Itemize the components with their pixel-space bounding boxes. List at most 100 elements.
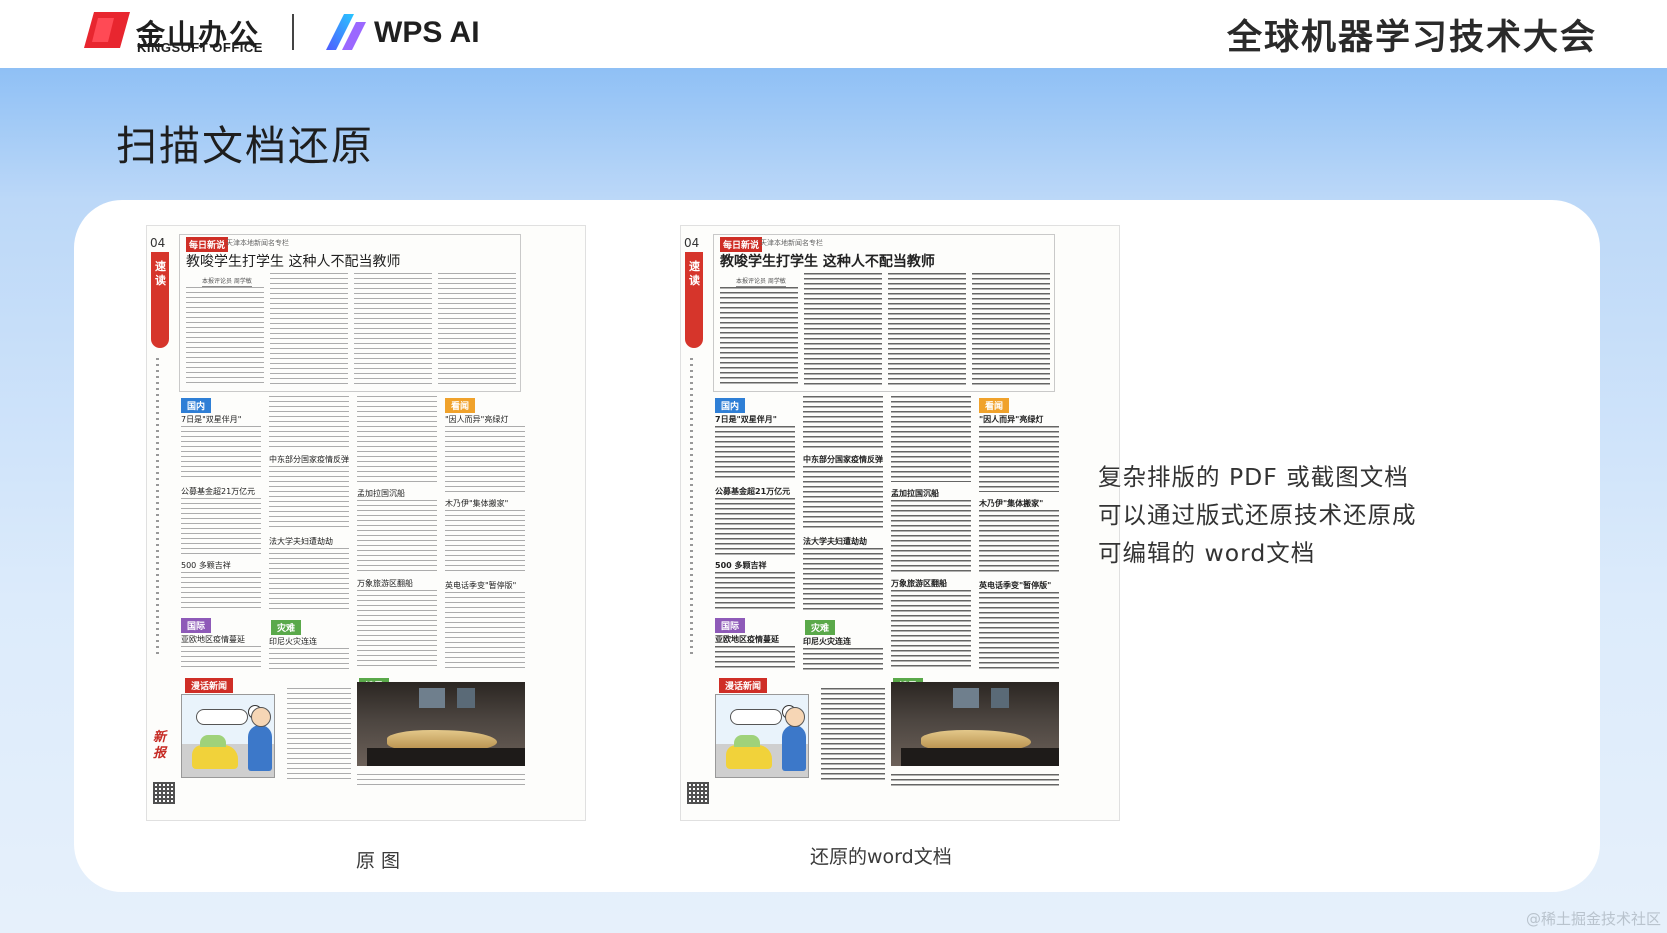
side-text (156, 358, 159, 658)
brief-text (357, 590, 437, 670)
section-tag-domestic: 国内 (181, 398, 212, 413)
content-card: 04 速读 新报 每日新说 天津本地新闻名专栏 教唆学生打学生 这种人不配当教师… (74, 200, 1600, 892)
column-subtitle: 天津本地新闻名专栏 (760, 239, 823, 247)
brief-text (979, 426, 1059, 492)
byline: 本报评论员 周学敏 (736, 278, 786, 287)
issue-number: 04 (684, 236, 700, 250)
brief-text (357, 500, 437, 572)
brief-text (803, 396, 883, 448)
car-icon (726, 735, 772, 769)
section-tag-comic: 漫话新闻 (185, 678, 234, 693)
wps-ai-logo: WPS AI (326, 12, 486, 52)
brief-headline: 中东部分国家疫情反弹 (803, 455, 883, 464)
brief-text (715, 572, 795, 610)
column-subtitle: 天津本地新闻名专栏 (226, 239, 289, 247)
brief-headline: 木乃伊"集体搬家" (979, 499, 1044, 508)
brief-headline: 中东部分国家疫情反弹 (269, 455, 349, 464)
conference-title: 全球机器学习技术大会 (1226, 18, 1597, 58)
brief-headline: 公募基金超21万亿元 (715, 487, 791, 496)
section-tag-watch: 看闻 (979, 398, 1010, 413)
brief-text (979, 592, 1059, 670)
article-text-column (888, 273, 966, 387)
qr-code-icon (153, 782, 175, 804)
logo-divider (292, 14, 294, 50)
brief-headline: 亚欧地区疫情蔓延 (181, 635, 245, 644)
brief-headline: 万象旅游区翻船 (891, 579, 947, 588)
brief-text (891, 396, 971, 482)
newspaper-brand: 新报 (153, 730, 167, 761)
museum-photo (891, 682, 1059, 766)
caption-original: 原 图 (356, 850, 401, 872)
watermark: @稀土掘金技术社区 (1525, 910, 1661, 928)
section-tag-domestic: 国内 (715, 398, 746, 413)
brief-text (891, 500, 971, 572)
brief-text (269, 648, 349, 670)
brief-text (803, 548, 883, 612)
brief-text (891, 590, 971, 670)
brief-headline: "因人而异"亮绿灯 (979, 415, 1044, 424)
article-text-column (720, 287, 798, 387)
brief-text (803, 466, 883, 528)
comic-text (821, 688, 885, 780)
brief-headline: 木乃伊"集体搬家" (445, 499, 509, 508)
brief-text (181, 426, 261, 480)
brief-headline: 公募基金超21万亿元 (181, 487, 256, 496)
comic-text (287, 688, 351, 780)
brief-text (445, 510, 525, 574)
brief-headline: 500 多颗吉祥 (181, 561, 231, 570)
section-tag-international: 国际 (715, 618, 746, 633)
qr-code-icon (687, 782, 709, 804)
photo-caption-text (357, 774, 525, 786)
side-text (690, 358, 693, 658)
brief-text (715, 426, 795, 480)
brief-headline: 孟加拉国沉船 (891, 489, 939, 498)
brief-text (357, 396, 437, 482)
brief-headline: 英电话季变"暂停版" (445, 581, 517, 590)
photo-caption-text (891, 774, 1059, 786)
caption-restored: 还原的word文档 (810, 846, 952, 868)
brief-headline: 孟加拉国沉船 (357, 489, 405, 498)
section-tag-comic: 漫话新闻 (719, 678, 768, 693)
brief-headline: 7日是"双星伴月" (181, 415, 242, 424)
brief-headline: 法大学夫妇遭劫劫 (803, 537, 867, 546)
brief-headline: 万象旅游区翻船 (357, 579, 413, 588)
section-tag-international: 国际 (181, 618, 212, 633)
brief-text (181, 646, 261, 670)
section-tag-disaster: 灾难 (271, 620, 302, 635)
brief-text (269, 548, 349, 612)
brief-headline: 亚欧地区疫情蔓延 (715, 635, 779, 644)
kingsoft-logo-icon (84, 12, 130, 48)
wps-ai-name: WPS AI (374, 16, 480, 49)
brief-headline: 英电话季变"暂停版" (979, 581, 1052, 590)
column-tag: 每日新说 (720, 237, 763, 252)
top-bar: 金山办公 KINGSOFT OFFICE WPS AI 全球机器学习技术大会 (0, 0, 1667, 68)
wps-ai-logo-icon (326, 14, 366, 50)
section-tag-disaster: 灾难 (805, 620, 836, 635)
side-label: 速读 (689, 260, 700, 287)
brief-text (979, 510, 1059, 574)
article-text-column (354, 273, 432, 387)
original-document-image: 04 速读 新报 每日新说 天津本地新闻名专栏 教唆学生打学生 这种人不配当教师… (146, 225, 586, 821)
article-text-column (972, 273, 1050, 387)
brief-headline: 7日是"双星伴月" (715, 415, 777, 424)
brief-text (269, 396, 349, 448)
brief-text (181, 572, 261, 610)
headline: 教唆学生打学生 这种人不配当教师 (720, 254, 935, 270)
comic-illustration (181, 694, 275, 778)
description-line: 可编辑的 word文档 (1098, 539, 1316, 567)
section-tag-watch: 看闻 (445, 398, 476, 413)
brief-text (181, 498, 261, 556)
byline: 本报评论员 周学敏 (202, 278, 252, 287)
kingsoft-en-name: KINGSOFT OFFICE (137, 40, 263, 55)
car-icon (192, 735, 238, 769)
issue-number: 04 (150, 236, 166, 250)
side-label: 速读 (155, 260, 166, 287)
description-line: 复杂排版的 PDF 或截图文档 (1098, 463, 1409, 491)
brief-text (445, 426, 525, 492)
article-text-column (186, 287, 264, 387)
restored-word-document: 04 速读 每日新说 天津本地新闻名专栏 教唆学生打学生 这种人不配当教师 本报… (680, 225, 1120, 821)
column-tag: 每日新说 (186, 237, 229, 252)
article-text-column (438, 273, 516, 387)
article-text-column (804, 273, 882, 387)
description-line: 可以通过版式还原技术还原成 (1098, 501, 1417, 529)
